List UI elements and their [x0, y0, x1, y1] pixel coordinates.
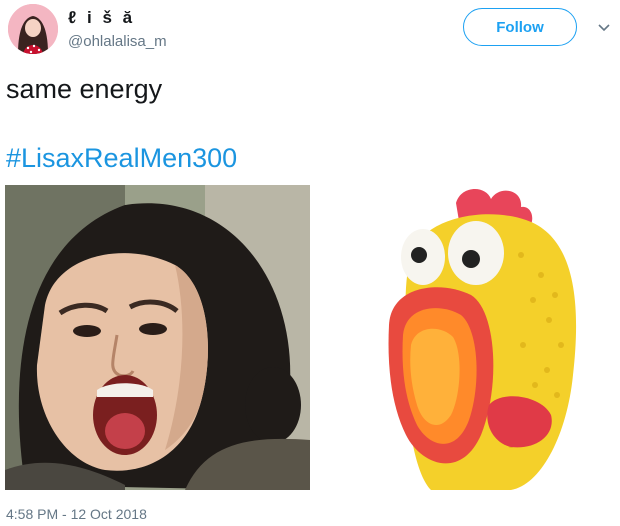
rubber-chicken-photo: [311, 185, 620, 490]
tweet-text: same energy: [6, 74, 163, 104]
chevron-down-icon[interactable]: [596, 20, 612, 36]
media-image-right[interactable]: [311, 185, 620, 490]
tweet-timestamp[interactable]: 4:58 PM - 12 Oct 2018: [6, 506, 147, 522]
screaming-woman-photo: [5, 185, 310, 490]
avatar[interactable]: [8, 4, 58, 54]
hashtag-link[interactable]: #LisaxRealMen300: [6, 143, 237, 174]
user-handle[interactable]: @ohlalalisa_m: [68, 33, 167, 50]
media-image-left[interactable]: [5, 185, 310, 490]
display-name[interactable]: ℓ i š ă: [68, 8, 135, 28]
avatar-image: [8, 4, 58, 54]
follow-button[interactable]: Follow: [463, 8, 577, 46]
